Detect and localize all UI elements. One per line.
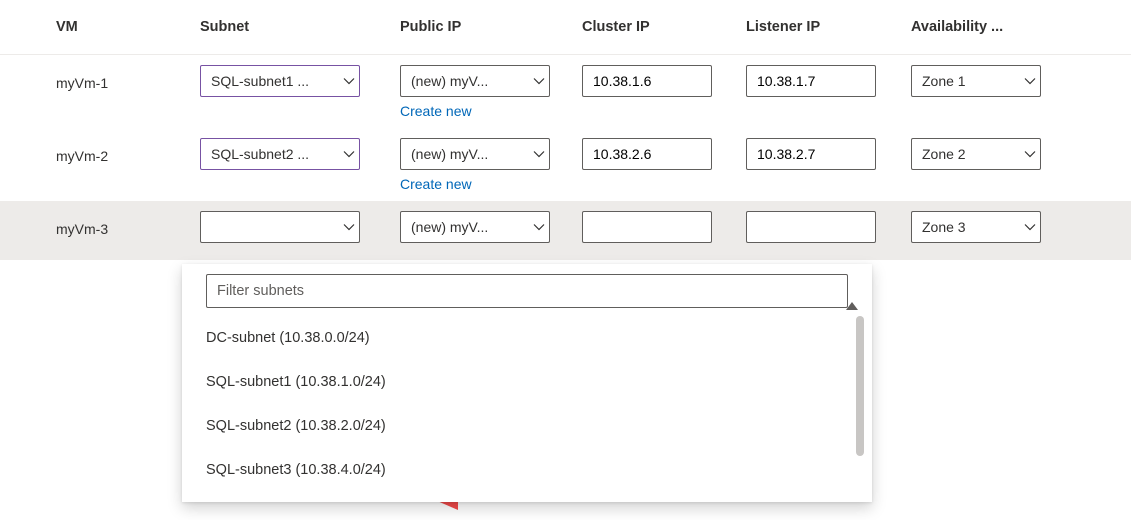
subnet-select[interactable]: SQL-subnet1 ...	[200, 65, 360, 97]
availability-select[interactable]: Zone 3	[911, 211, 1041, 243]
table-header-row: VM Subnet Public IP Cluster IP Listener …	[0, 0, 1131, 55]
listener-ip-input[interactable]	[746, 211, 876, 243]
chevron-down-icon	[343, 148, 355, 160]
subnet-option[interactable]: DC-subnet (10.38.0.0/24)	[182, 316, 872, 360]
col-header-listener-ip: Listener IP	[746, 0, 911, 54]
vm-name-label: myVm-2	[0, 138, 200, 164]
vm-name-label: myVm-3	[0, 211, 200, 237]
chevron-down-icon	[533, 221, 545, 233]
public-ip-select[interactable]: (new) myV...	[400, 211, 550, 243]
chevron-down-icon	[1024, 75, 1036, 87]
public-ip-select[interactable]: (new) myV...	[400, 65, 550, 97]
table-row: myVm-1 SQL-subnet1 ... (new) myV... Crea…	[0, 55, 1131, 128]
public-ip-select-value: (new) myV...	[411, 73, 527, 89]
cluster-ip-input[interactable]	[582, 65, 712, 97]
subnet-filter-input[interactable]	[206, 274, 848, 308]
chevron-down-icon	[533, 148, 545, 160]
listener-ip-input[interactable]	[746, 138, 876, 170]
chevron-down-icon	[1024, 148, 1036, 160]
col-header-public-ip: Public IP	[400, 0, 582, 54]
public-ip-select-value: (new) myV...	[411, 219, 527, 235]
subnet-dropdown-panel: DC-subnet (10.38.0.0/24) SQL-subnet1 (10…	[182, 264, 872, 502]
chevron-down-icon	[1024, 221, 1036, 233]
scrollbar-thumb[interactable]	[856, 316, 864, 456]
col-header-availability: Availability ...	[911, 0, 1131, 54]
vm-name-label: myVm-1	[0, 65, 200, 91]
subnet-select[interactable]	[200, 211, 360, 243]
subnet-select-value: SQL-subnet1 ...	[211, 73, 337, 89]
subnet-option[interactable]: SQL-subnet1 (10.38.1.0/24)	[182, 360, 872, 404]
availability-select-value: Zone 3	[922, 219, 1018, 235]
public-ip-select[interactable]: (new) myV...	[400, 138, 550, 170]
chevron-down-icon	[533, 75, 545, 87]
table-row: myVm-2 SQL-subnet2 ... (new) myV... Crea…	[0, 128, 1131, 201]
subnet-option[interactable]: SQL-subnet2 (10.38.2.0/24)	[182, 404, 872, 448]
scrollbar[interactable]	[856, 316, 864, 476]
scroll-up-arrow-icon	[846, 302, 858, 310]
subnet-select[interactable]: SQL-subnet2 ...	[200, 138, 360, 170]
availability-select-value: Zone 1	[922, 73, 1018, 89]
vm-config-table: VM Subnet Public IP Cluster IP Listener …	[0, 0, 1131, 260]
subnet-option[interactable]: SQL-subnet3 (10.38.4.0/24)	[182, 448, 872, 492]
listener-ip-input[interactable]	[746, 65, 876, 97]
col-header-vm: VM	[0, 0, 200, 54]
table-row: myVm-3 (new) myV... Zone 3	[0, 201, 1131, 260]
availability-select[interactable]: Zone 2	[911, 138, 1041, 170]
cluster-ip-input[interactable]	[582, 138, 712, 170]
create-new-link[interactable]: Create new	[400, 170, 472, 192]
col-header-cluster-ip: Cluster IP	[582, 0, 746, 54]
cluster-ip-input[interactable]	[582, 211, 712, 243]
create-new-link[interactable]: Create new	[400, 97, 472, 119]
subnet-options-list: DC-subnet (10.38.0.0/24) SQL-subnet1 (10…	[182, 316, 872, 492]
availability-select-value: Zone 2	[922, 146, 1018, 162]
chevron-down-icon	[343, 221, 355, 233]
availability-select[interactable]: Zone 1	[911, 65, 1041, 97]
col-header-subnet: Subnet	[200, 0, 400, 54]
public-ip-select-value: (new) myV...	[411, 146, 527, 162]
chevron-down-icon	[343, 75, 355, 87]
subnet-select-value: SQL-subnet2 ...	[211, 146, 337, 162]
